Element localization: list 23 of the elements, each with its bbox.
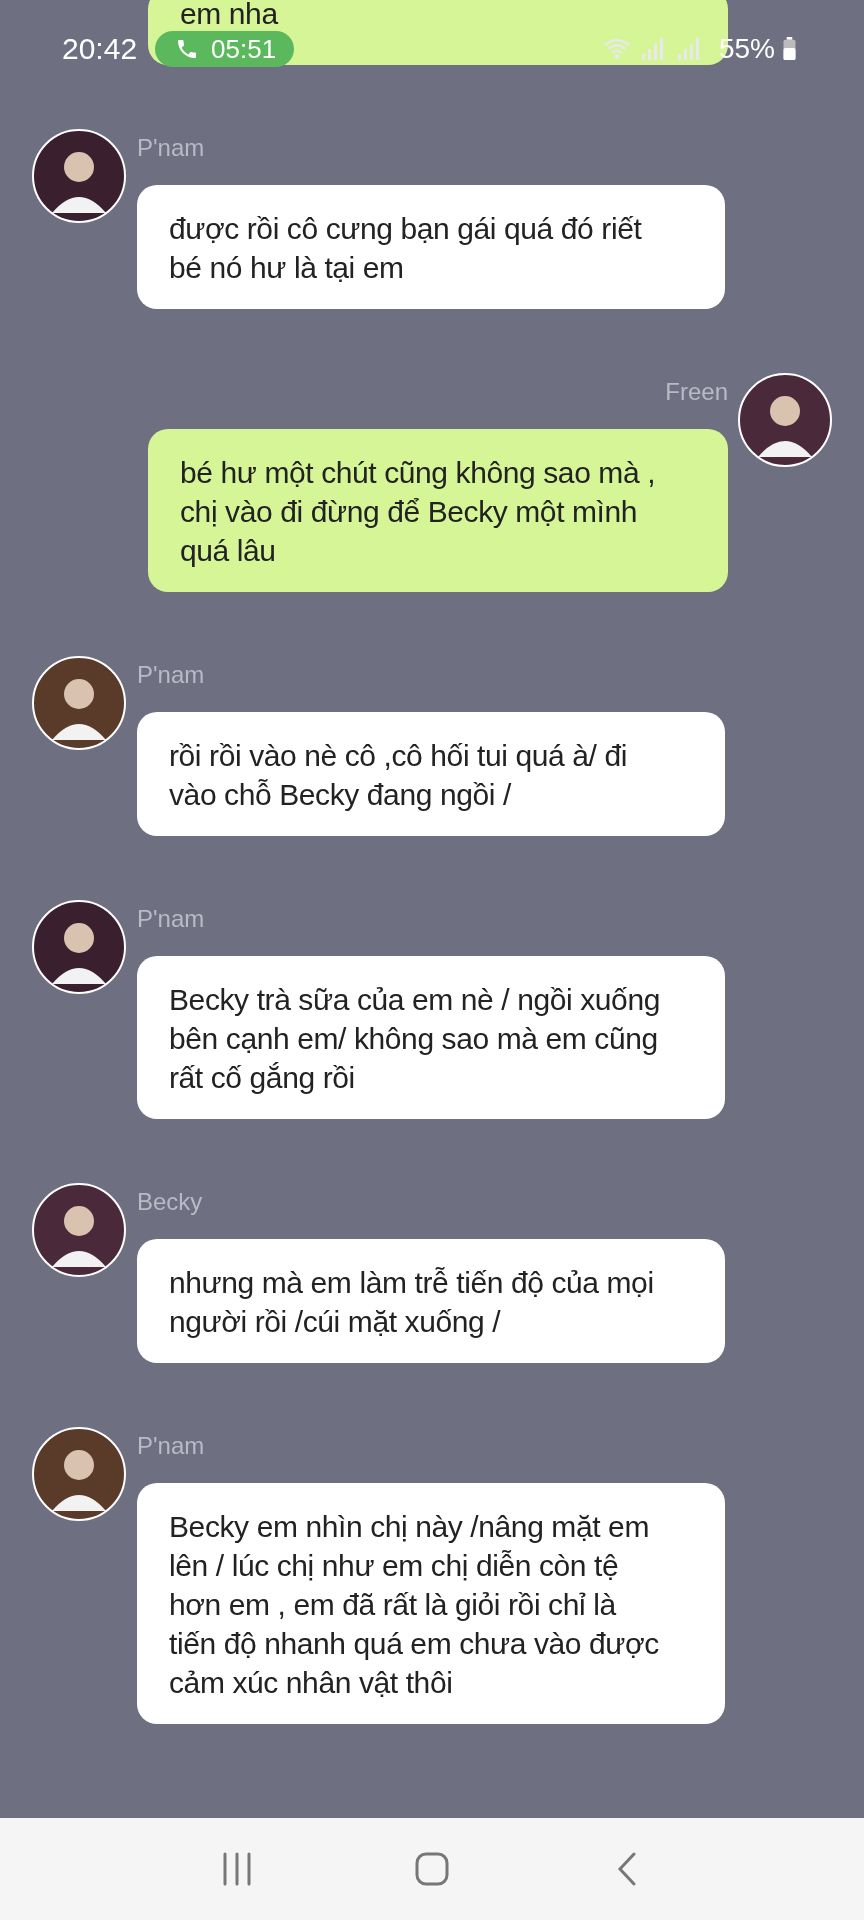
message-bubble: rồi rồi vào nè cô ,cô hối tui quá à/ đi vào chỗ Becky đang ngồi / xyxy=(137,712,725,836)
wifi-icon xyxy=(602,36,631,62)
avatar[interactable] xyxy=(32,900,126,994)
avatar[interactable] xyxy=(32,1183,126,1277)
message-bubble: được rồi cô cưng bạn gái quá đó riết bé nó hư là tại em xyxy=(137,185,725,309)
avatar[interactable] xyxy=(32,129,126,223)
avatar[interactable] xyxy=(32,656,126,750)
sender-name: P'nam xyxy=(137,660,206,690)
sender-name: Freen xyxy=(665,377,728,407)
sender-name: P'nam xyxy=(137,1431,206,1461)
home-icon[interactable] xyxy=(415,1852,449,1886)
message-bubble: Becky em nhìn chị này /nâng mặt em lên / lúc chị như em chị diễn còn tệ hơn em , em đã rất là giỏi rồi chỉ là tiến độ nhanh quá em chưa vào được cảm xúc nhân vật thôi xyxy=(137,1483,725,1724)
avatar[interactable] xyxy=(32,1427,126,1521)
message-bubble: Becky trà sữa của em nè / ngồi xuống bên cạnh em/ không sao mà em cũng rất cố gắng rồi xyxy=(137,956,725,1119)
sender-name: P'nam xyxy=(137,133,206,163)
battery-icon xyxy=(783,37,796,61)
message-bubble: nhưng mà em làm trễ tiến độ của mọi người rồi /cúi mặt xuống / xyxy=(137,1239,725,1363)
call-timer[interactable]: 05:51 xyxy=(155,31,295,67)
message-bubble: bé hư một chút cũng không sao mà , chị vào đi đừng để Becky một mình quá lâu xyxy=(148,429,728,592)
sender-name: Becky xyxy=(137,1187,204,1217)
avatar[interactable] xyxy=(738,373,832,467)
clock: 20:42 xyxy=(62,32,138,66)
sender-name: P'nam xyxy=(137,904,206,934)
